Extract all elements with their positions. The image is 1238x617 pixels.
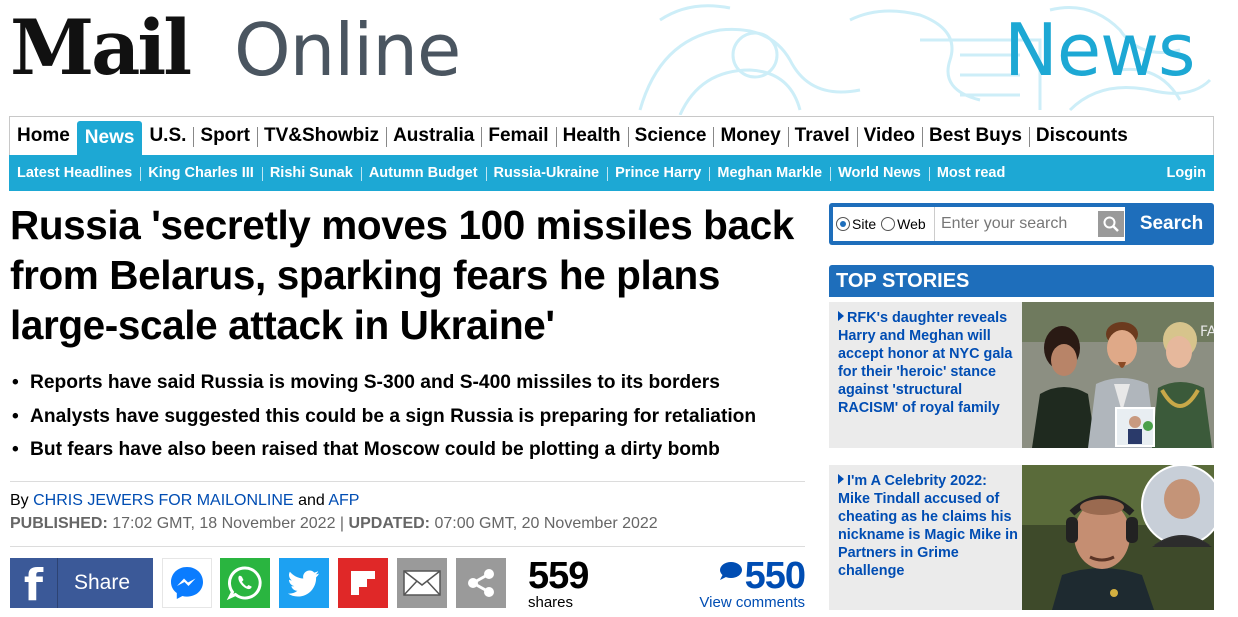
email-share-button[interactable] bbox=[397, 558, 447, 608]
email-icon bbox=[403, 570, 441, 596]
secondary-nav: Latest Headlines King Charles III Rishi … bbox=[9, 155, 1214, 191]
arrow-right-icon bbox=[838, 474, 844, 484]
updated-date: 07:00 GMT, 20 November 2022 bbox=[434, 515, 658, 532]
top-story-item[interactable]: I'm A Celebrity 2022: Mike Tindall accus… bbox=[829, 465, 1214, 610]
nav-travel[interactable]: Travel bbox=[787, 117, 857, 155]
comment-count: 550 bbox=[744, 555, 806, 597]
search-button[interactable]: Search bbox=[1129, 203, 1214, 245]
flipboard-share-button[interactable] bbox=[338, 558, 388, 608]
view-comments-label[interactable]: View comments bbox=[690, 595, 805, 610]
share-count: 559 shares bbox=[528, 555, 589, 611]
top-story-link[interactable]: I'm A Celebrity 2022: Mike Tindall accus… bbox=[838, 473, 1018, 579]
radio-site[interactable] bbox=[836, 217, 850, 231]
subnav-prince-harry[interactable]: Prince Harry bbox=[607, 165, 709, 181]
nav-australia[interactable]: Australia bbox=[386, 117, 481, 155]
nav-home[interactable]: Home bbox=[10, 117, 77, 155]
brand-logo-online[interactable]: Online bbox=[234, 6, 461, 94]
subnav-autumn-budget[interactable]: Autumn Budget bbox=[360, 165, 486, 181]
share-count-label: shares bbox=[528, 594, 574, 611]
share-icon bbox=[468, 569, 494, 597]
agency-link[interactable]: AFP bbox=[328, 492, 359, 509]
more-share-button[interactable] bbox=[456, 558, 506, 608]
divider bbox=[10, 481, 805, 482]
nav-money[interactable]: Money bbox=[713, 117, 787, 155]
nav-health[interactable]: Health bbox=[555, 117, 628, 155]
story-thumbnail[interactable]: FA bbox=[1022, 302, 1214, 448]
whatsapp-icon bbox=[226, 566, 262, 601]
facebook-icon: f bbox=[10, 558, 58, 608]
nav-discounts[interactable]: Discounts bbox=[1028, 117, 1135, 155]
summary-bullet: But fears have also been raised that Mos… bbox=[10, 433, 810, 467]
radio-web-label[interactable]: Web bbox=[897, 216, 926, 232]
byline-prefix: By bbox=[10, 492, 29, 509]
divider bbox=[10, 546, 805, 547]
nav-us[interactable]: U.S. bbox=[142, 117, 193, 155]
facebook-share-button[interactable]: f Share bbox=[10, 558, 153, 608]
search-scope: Site Web bbox=[833, 207, 935, 241]
article-summary: Reports have said Russia is moving S-300… bbox=[10, 366, 810, 467]
subnav-latest-headlines[interactable]: Latest Headlines bbox=[9, 165, 140, 181]
comment-bubble-icon bbox=[719, 562, 742, 580]
primary-nav: Home News U.S. Sport TV&Showbiz Australi… bbox=[9, 116, 1214, 155]
nav-best-buys[interactable]: Best Buys bbox=[922, 117, 1029, 155]
subnav-king-charles[interactable]: King Charles III bbox=[140, 165, 262, 181]
messenger-icon bbox=[171, 567, 203, 599]
nav-science[interactable]: Science bbox=[627, 117, 714, 155]
article-headline: Russia 'secretly moves 100 missiles back… bbox=[10, 202, 794, 348]
subnav-rishi-sunak[interactable]: Rishi Sunak bbox=[261, 165, 361, 181]
twitter-icon bbox=[287, 570, 319, 597]
whatsapp-share-button[interactable] bbox=[220, 558, 270, 608]
byline-and: and bbox=[298, 492, 325, 509]
summary-bullet: Reports have said Russia is moving S-300… bbox=[10, 366, 810, 400]
nav-tvshowbiz[interactable]: TV&Showbiz bbox=[257, 117, 386, 155]
top-stories-header: TOP STORIES bbox=[829, 265, 1214, 297]
nav-femail[interactable]: Femail bbox=[481, 117, 555, 155]
summary-bullet: Analysts have suggested this could be a … bbox=[10, 400, 810, 434]
radio-web[interactable] bbox=[881, 217, 896, 231]
author-link[interactable]: CHRIS JEWERS FOR MAILONLINE bbox=[33, 492, 293, 509]
updated-label: UPDATED: bbox=[348, 515, 431, 532]
masthead: Mail Online News bbox=[0, 0, 1238, 115]
nav-video[interactable]: Video bbox=[856, 117, 922, 155]
story-thumbnail[interactable] bbox=[1022, 465, 1214, 610]
search-icon bbox=[1098, 211, 1124, 237]
nav-sport[interactable]: Sport bbox=[193, 117, 257, 155]
search-box: Site Web Search bbox=[829, 203, 1214, 245]
subnav-most-read[interactable]: Most read bbox=[928, 165, 1014, 181]
publish-info: PUBLISHED: 17:02 GMT, 18 November 2022 |… bbox=[10, 515, 658, 533]
nav-news[interactable]: News bbox=[76, 121, 143, 155]
twitter-share-button[interactable] bbox=[279, 558, 329, 608]
radio-site-label[interactable]: Site bbox=[852, 216, 876, 232]
subnav-meghan-markle[interactable]: Meghan Markle bbox=[709, 165, 830, 181]
search-input[interactable] bbox=[935, 207, 1097, 241]
section-title[interactable]: News bbox=[1004, 6, 1196, 94]
search-icon-button[interactable] bbox=[1097, 207, 1125, 241]
svg-text:FA: FA bbox=[1200, 324, 1214, 340]
published-label: PUBLISHED: bbox=[10, 515, 108, 532]
flipboard-icon bbox=[351, 571, 375, 595]
subnav-world-news[interactable]: World News bbox=[830, 165, 929, 181]
top-story-item[interactable]: RFK's daughter reveals Harry and Meghan … bbox=[829, 302, 1214, 448]
published-date: 17:02 GMT, 18 November 2022 bbox=[112, 515, 336, 532]
arrow-right-icon bbox=[838, 311, 844, 321]
byline: By CHRIS JEWERS FOR MAILONLINE and AFP bbox=[10, 492, 359, 510]
facebook-share-label: Share bbox=[74, 571, 131, 594]
brand-logo-mail[interactable]: Mail bbox=[10, 4, 192, 92]
date-separator: | bbox=[339, 515, 345, 532]
comments-link[interactable]: 550 View comments bbox=[690, 555, 806, 610]
share-count-number: 559 bbox=[528, 555, 589, 597]
top-story-link[interactable]: RFK's daughter reveals Harry and Meghan … bbox=[838, 310, 1012, 416]
subnav-russia-ukraine[interactable]: Russia-Ukraine bbox=[485, 165, 608, 181]
login-link[interactable]: Login bbox=[1167, 165, 1214, 181]
messenger-share-button[interactable] bbox=[162, 558, 212, 608]
